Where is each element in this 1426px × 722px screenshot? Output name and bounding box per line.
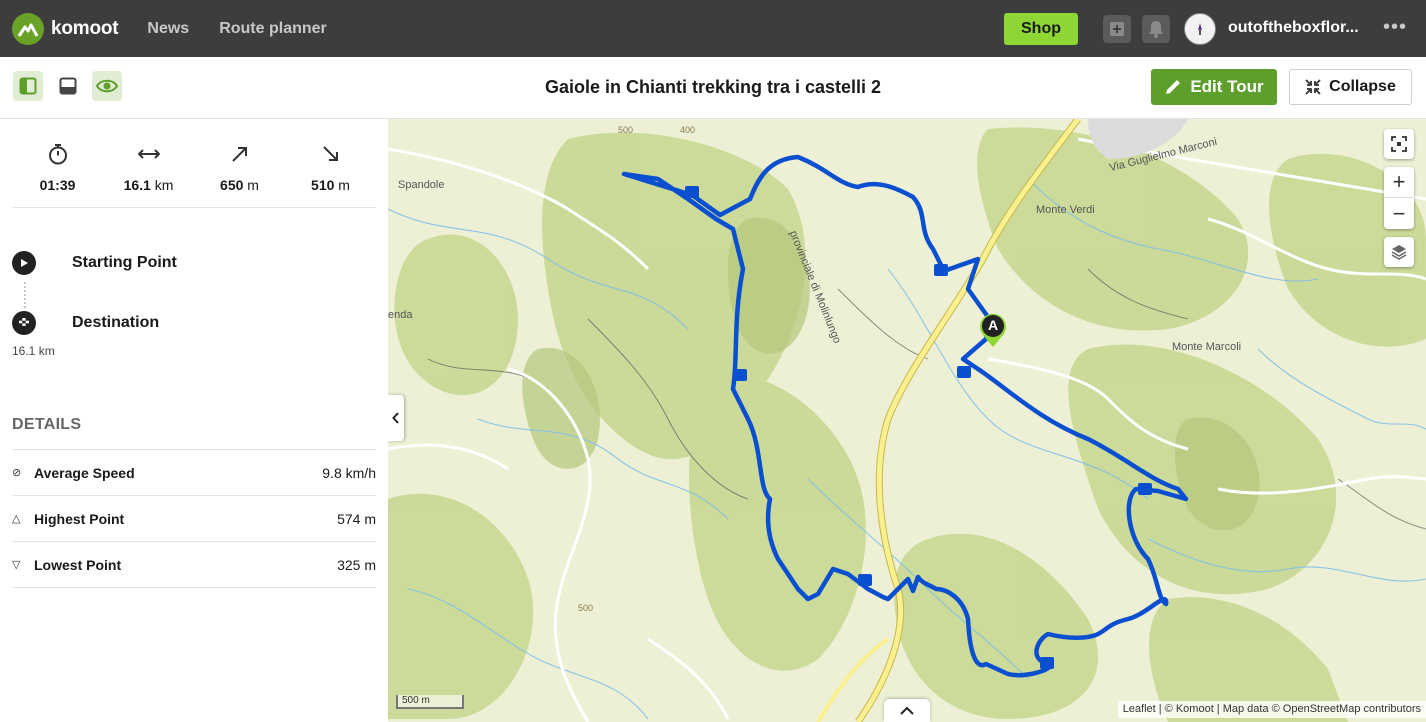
tour-title: Gaiole in Chianti trekking tra i castell… [544, 77, 882, 97]
detail-label: Average Speed [34, 464, 135, 481]
detail-highest-point: △ Highest Point 574 m [12, 495, 376, 541]
finish-flag-icon [12, 311, 36, 335]
elevation-panel-toggle[interactable] [884, 699, 930, 722]
zoom-in-button[interactable]: + [1384, 167, 1414, 198]
stat-uphill: 650 m [194, 141, 285, 207]
stopwatch-icon [12, 141, 103, 167]
brand-name: komoot [51, 17, 119, 39]
route-map[interactable]: Via Guglielmo Marconi Monte Verdi Monte … [388, 119, 1426, 722]
notification-bell-icon[interactable] [1142, 15, 1170, 43]
user-avatar[interactable] [1184, 13, 1216, 45]
start-marker-letter: A [987, 317, 999, 333]
komoot-logo-icon [12, 12, 44, 45]
details-divider [12, 587, 376, 588]
map-canvas [388, 119, 1426, 722]
map-label-spandole: Spandole [398, 179, 445, 191]
map-scale-bar: 500 m [396, 695, 464, 709]
pencil-icon [1166, 80, 1181, 94]
stat-uphill-unit: m [247, 177, 259, 193]
stat-downhill-value: 510 [311, 177, 335, 193]
layers-icon[interactable] [1384, 237, 1414, 267]
stat-downhill-unit: m [338, 177, 350, 193]
komoot-logo[interactable]: komoot [12, 12, 119, 45]
downhill-arrow-icon [285, 141, 376, 167]
zoom-out-button[interactable]: − [1384, 198, 1414, 229]
uphill-arrow-icon [194, 141, 285, 167]
map-contour-label: 400 [680, 125, 696, 135]
starting-point[interactable]: Starting Point [12, 251, 177, 275]
stat-downhill: 510 m [285, 141, 376, 207]
username[interactable]: outoftheboxflor... [1228, 19, 1368, 37]
map-contour-label: 500 [578, 603, 594, 613]
detail-label: Lowest Point [34, 556, 122, 573]
details-heading: DETAILS [12, 416, 82, 433]
detail-value: 574 m [337, 510, 376, 527]
map-attribution[interactable]: Leaflet | © Komoot | Map data © OpenStre… [1117, 701, 1426, 718]
detail-average-speed: ⊘ Average Speed 9.8 km/h [12, 449, 376, 495]
collapse-button[interactable]: Collapse [1289, 69, 1412, 105]
nav-link-route-planner[interactable]: Route planner [219, 20, 327, 38]
triangle-up-icon: △ [12, 513, 21, 525]
fit-route-icon[interactable] [1384, 129, 1414, 159]
stat-duration: 01:39 [12, 141, 103, 207]
destination[interactable]: Destination [12, 311, 159, 335]
waypoint-connector [24, 282, 26, 308]
tour-sidebar: 01:39 16.1 km 650 m 510 m Starting Point [0, 119, 388, 722]
start-marker[interactable]: A [978, 312, 1008, 353]
tour-stats: 01:39 16.1 km 650 m 510 m [12, 141, 376, 208]
tour-toolbar: Gaiole in Chianti trekking tra i castell… [0, 57, 1426, 119]
map-label-enda: enda [388, 309, 413, 321]
map-label-monte-verdi: Monte Verdi [1036, 204, 1095, 216]
collapse-label: Collapse [1329, 78, 1396, 95]
add-icon[interactable] [1103, 15, 1131, 43]
chevron-left-icon [392, 412, 399, 424]
stat-distance-unit: km [154, 177, 174, 193]
stat-uphill-value: 650 [220, 177, 244, 193]
detail-value: 325 m [337, 556, 376, 573]
nav-link-news[interactable]: News [147, 20, 189, 38]
map-label-monte-marcoli: Monte Marcoli [1172, 341, 1242, 353]
distance-arrows-icon [103, 141, 194, 167]
chevron-up-icon [900, 706, 914, 715]
side-road [816, 637, 890, 722]
stat-distance-value: 16.1 [123, 177, 151, 193]
triangle-down-icon: ▽ [12, 559, 21, 571]
collapse-arrows-icon [1305, 79, 1321, 95]
destination-distance: 16.1 km [12, 344, 55, 358]
stat-distance: 16.1 km [103, 141, 194, 207]
edit-tour-button[interactable]: Edit Tour [1151, 69, 1277, 105]
map-view-eye-icon[interactable] [92, 71, 122, 101]
bottom-panel-view-icon[interactable] [53, 71, 83, 101]
speed-icon: ⊘ [12, 467, 22, 479]
detail-value: 9.8 km/h [322, 464, 376, 481]
detail-lowest-point: ▽ Lowest Point 325 m [12, 541, 376, 587]
destination-label: Destination [72, 314, 160, 331]
top-navigation-bar: komoot News Route planner Shop outoftheb… [0, 0, 1426, 57]
detail-label: Highest Point [34, 510, 125, 527]
shop-button[interactable]: Shop [1004, 13, 1078, 45]
play-icon [12, 251, 36, 275]
sidebar-view-icon[interactable] [13, 71, 43, 101]
starting-point-label: Starting Point [72, 254, 177, 271]
stat-duration-value: 01:39 [39, 177, 76, 193]
more-menu-icon[interactable]: ••• [1383, 16, 1407, 39]
map-contour-label: 500 [618, 125, 634, 135]
edit-tour-label: Edit Tour [1190, 77, 1264, 96]
sidebar-collapse-toggle[interactable] [388, 395, 404, 441]
zoom-controls: + − [1384, 167, 1414, 229]
